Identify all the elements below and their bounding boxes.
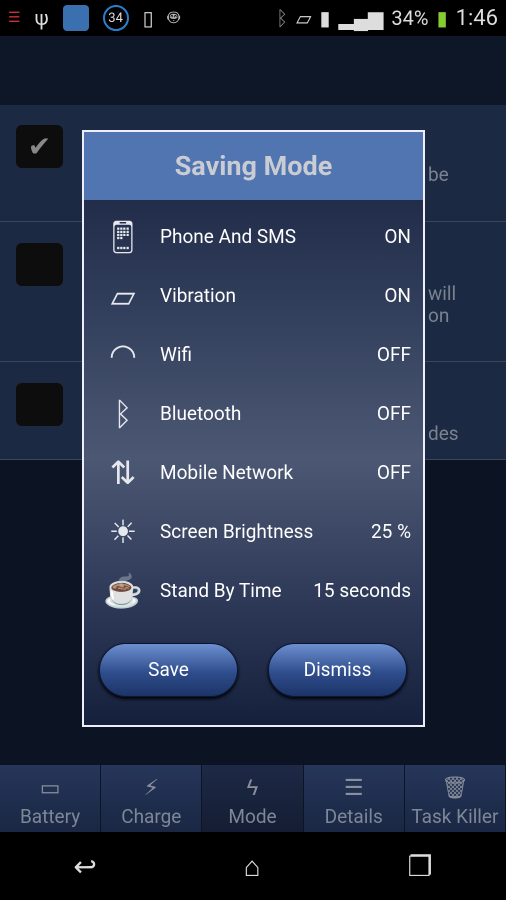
tab-battery[interactable]: ▭ Battery	[0, 765, 102, 832]
setting-row: ◠ Wifi OFF	[98, 325, 411, 384]
phone-icon: 📱︎	[102, 217, 144, 256]
tab-label: Details	[324, 805, 383, 828]
mode-checkbox[interactable]	[16, 383, 63, 426]
vibration-icon: ▱	[110, 276, 136, 315]
usb-icon: ψ	[34, 6, 49, 30]
status-bar: ☰ ψ 34 ▯ 🤖︎ ᛒ ▱ ▮ ▂▄▆ 34% ▮ 1:46	[0, 0, 506, 36]
setting-value: ON	[384, 225, 411, 248]
mode-checkbox-checked[interactable]: ✔	[16, 125, 63, 168]
clock: 1:46	[455, 5, 498, 31]
mobile-network-icon: ⇅	[109, 453, 137, 492]
tab-label: Mode	[228, 805, 277, 828]
tab-label: Task Killer	[411, 805, 499, 828]
setting-value: OFF	[376, 402, 411, 425]
trash-icon: 🗑︎	[440, 776, 469, 801]
setting-label: Wifi	[160, 343, 193, 366]
setting-value: 15 seconds	[313, 579, 411, 602]
coffee-cup-icon: ☕	[103, 571, 143, 610]
battery-percent: 34%	[391, 6, 429, 30]
saving-mode-dialog: Saving Mode 📱︎ Phone And SMS ON ▱ Vibration O…	[82, 130, 425, 727]
app-header	[0, 36, 506, 105]
setting-row: ☕ Stand By Time 15 seconds	[98, 561, 411, 620]
tab-charge[interactable]: ⚡︎ Charge	[101, 765, 203, 832]
document-icon: ☰	[343, 776, 364, 801]
tab-label: Battery	[19, 805, 81, 828]
bluetooth-icon: ᛒ	[113, 394, 133, 433]
tab-task-killer[interactable]: 🗑︎ Task Killer	[405, 765, 506, 832]
bottom-tab-bar: ▭ Battery ⚡︎ Charge ϟ Mode ☰ Details 🗑︎ Task Kill…	[0, 765, 506, 832]
setting-row: ▱ Vibration ON	[98, 266, 411, 325]
setting-label: Phone And SMS	[160, 225, 297, 248]
setting-label: Screen Brightness	[160, 520, 314, 543]
badge-icon: 34	[102, 5, 129, 31]
vibrate-status-icon: ▱	[296, 6, 312, 30]
signal-icon: ▂▄▆	[338, 5, 384, 30]
tab-details[interactable]: ☰ Details	[304, 765, 405, 832]
back-icon[interactable]: ↩	[73, 850, 96, 883]
row-text-fragment: be	[428, 163, 449, 186]
home-icon[interactable]: ⌂	[244, 850, 261, 883]
dialog-title: Saving Mode	[84, 132, 423, 200]
save-button[interactable]: Save	[99, 643, 238, 697]
battery-charging-icon: ▮	[436, 6, 448, 30]
setting-row: ☀ Screen Brightness 25 %	[98, 502, 411, 561]
setting-label: Stand By Time	[160, 579, 282, 602]
row-text-fragment: des	[428, 422, 459, 445]
setting-label: Mobile Network	[160, 461, 294, 484]
setting-row: 📱︎ Phone And SMS ON	[98, 207, 411, 266]
row-text-fragment: will	[428, 282, 457, 305]
tab-mode[interactable]: ϟ Mode	[202, 765, 304, 832]
setting-label: Vibration	[160, 284, 236, 307]
setting-row: ᛒ Bluetooth OFF	[98, 384, 411, 443]
android-icon: 🤖︎	[167, 5, 180, 29]
tab-label: Charge	[121, 805, 182, 828]
recents-icon[interactable]: ❐	[407, 850, 432, 883]
setting-value: OFF	[376, 343, 411, 366]
lightning-icon: ϟ	[246, 776, 259, 801]
row-text-fragment: on	[428, 304, 450, 327]
bluetooth-status-icon: ᛒ	[276, 6, 289, 30]
setting-value: ON	[384, 284, 411, 307]
sim-icon: ▮	[319, 6, 331, 30]
notification-icon: ☰	[8, 10, 21, 26]
dismiss-button[interactable]: Dismiss	[268, 643, 407, 697]
mode-checkbox[interactable]	[16, 243, 63, 286]
device-icon: ▯	[142, 6, 154, 30]
brightness-icon: ☀	[108, 512, 138, 551]
battery-icon: ▭	[39, 776, 61, 801]
plug-icon: ⚡︎	[143, 776, 160, 801]
setting-value: OFF	[376, 461, 411, 484]
cleaner-app-icon	[62, 5, 89, 31]
wifi-icon: ◠	[109, 335, 137, 374]
setting-label: Bluetooth	[160, 402, 242, 425]
setting-value: 25 %	[371, 520, 411, 543]
navigation-bar: ↩ ⌂ ❐	[0, 832, 506, 900]
setting-row: ⇅ Mobile Network OFF	[98, 443, 411, 502]
